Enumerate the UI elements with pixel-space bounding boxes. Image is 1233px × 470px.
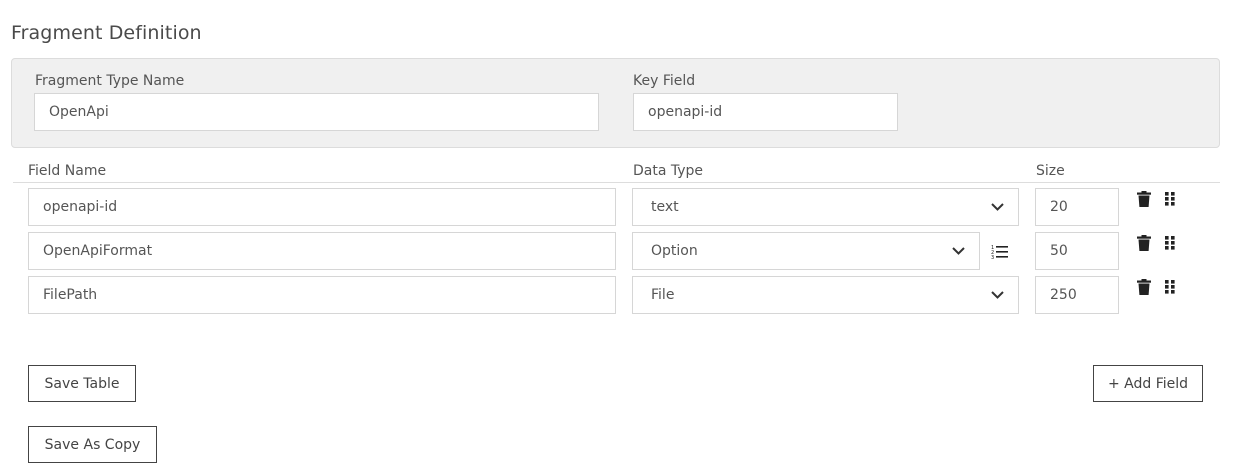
key-field-input[interactable]: openapi-id: [633, 93, 898, 131]
size-input[interactable]: 50: [1035, 232, 1119, 270]
data-type-value: File: [651, 287, 675, 303]
drag-handle-icon[interactable]: [1161, 278, 1179, 296]
list-icon[interactable]: 123: [990, 242, 1008, 260]
header-divider: [13, 182, 1220, 183]
key-field-label: Key Field: [633, 73, 696, 89]
size-input[interactable]: 20: [1035, 188, 1119, 226]
field-name-input[interactable]: FilePath: [28, 276, 616, 314]
size-input[interactable]: 250: [1035, 276, 1119, 314]
trash-icon[interactable]: [1135, 234, 1153, 252]
drag-handle-icon[interactable]: [1161, 190, 1179, 208]
data-type-select[interactable]: Option: [632, 232, 980, 270]
data-type-select[interactable]: File: [632, 276, 1019, 314]
column-header-data-type: Data Type: [633, 163, 704, 179]
field-row: openapi-id text 20: [0, 188, 1233, 226]
field-name-input[interactable]: OpenApiFormat: [28, 232, 616, 270]
chevron-down-icon: [990, 200, 1004, 214]
trash-icon[interactable]: [1135, 190, 1153, 208]
drag-handle-icon[interactable]: [1161, 234, 1179, 252]
add-field-button[interactable]: + Add Field: [1093, 365, 1203, 402]
trash-icon[interactable]: [1135, 278, 1153, 296]
save-as-copy-button[interactable]: Save As Copy: [28, 426, 157, 463]
data-type-value: text: [651, 199, 679, 215]
page-title: Fragment Definition: [11, 22, 202, 44]
field-row: OpenApiFormat Option 123 50: [0, 232, 1233, 270]
data-type-value: Option: [651, 243, 698, 259]
fragment-type-name-label: Fragment Type Name: [35, 73, 185, 89]
column-header-size: Size: [1036, 163, 1065, 179]
data-type-select[interactable]: text: [632, 188, 1019, 226]
svg-text:3: 3: [991, 255, 994, 259]
chevron-down-icon: [951, 244, 965, 258]
chevron-down-icon: [990, 288, 1004, 302]
field-row: FilePath File 250: [0, 276, 1233, 314]
column-header-field-name: Field Name: [28, 163, 107, 179]
save-table-button[interactable]: Save Table: [28, 365, 136, 402]
fragment-type-name-input[interactable]: OpenApi: [34, 93, 599, 131]
field-name-input[interactable]: openapi-id: [28, 188, 616, 226]
